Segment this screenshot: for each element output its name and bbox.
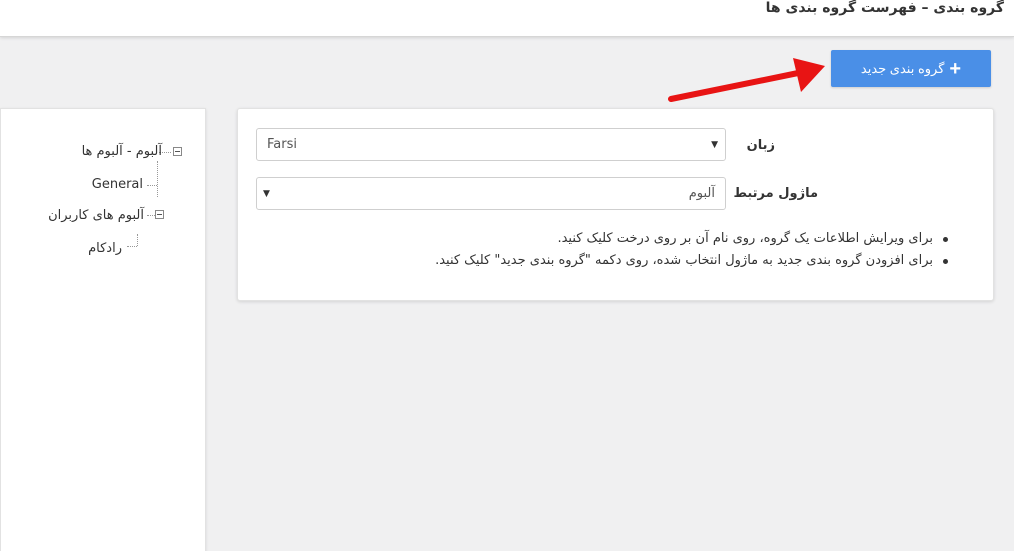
page-title: گروه بندی – فهرست گروه بندی ها: [765, 0, 1004, 16]
module-select[interactable]: آلبوم ▼: [256, 177, 726, 210]
collapse-toggle-icon[interactable]: [173, 147, 182, 156]
red-arrow-icon: [668, 58, 825, 102]
tree-connector: [127, 246, 137, 247]
language-label: زبان: [746, 138, 775, 153]
tree-connector: [147, 185, 157, 186]
tree-node-album-albums[interactable]: آلبوم - آلبوم ها: [82, 144, 162, 159]
collapse-toggle-icon[interactable]: [155, 210, 164, 219]
dropdown-arrow-icon: ▼: [711, 140, 718, 150]
plus-icon: +: [949, 57, 962, 80]
language-select[interactable]: Farsi ▼: [256, 128, 726, 161]
module-label: ماژول مرتبط: [733, 186, 818, 201]
language-select-value: Farsi: [267, 137, 297, 152]
new-grouping-label: گروه بندی جدید: [860, 60, 945, 76]
filter-form-card: زبان Farsi ▼ ماژول مرتبط آلبوم ▼ برای وی…: [237, 108, 994, 301]
help-list: برای ویرایش اطلاعات یک گروه، روی نام آن …: [435, 228, 951, 272]
tree-connector: [157, 161, 158, 197]
dropdown-arrow-icon: ▼: [263, 189, 270, 199]
tree-connector: [147, 215, 155, 216]
module-select-value: آلبوم: [688, 186, 715, 201]
top-header: گروه بندی – فهرست گروه بندی ها: [0, 0, 1014, 37]
tree-node-radcom[interactable]: رادکام: [88, 241, 122, 256]
new-grouping-button[interactable]: + گروه بندی جدید: [831, 50, 991, 87]
tree-connector: [137, 234, 138, 246]
group-tree-panel: آلبوم - آلبوم ها General آلبوم های کاربر…: [0, 108, 206, 551]
help-item: برای ویرایش اطلاعات یک گروه، روی نام آن …: [435, 228, 951, 250]
tree-node-user-albums[interactable]: آلبوم های کاربران: [48, 208, 144, 223]
tree-node-general[interactable]: General: [92, 177, 143, 192]
help-item: برای افزودن گروه بندی جدید به ماژول انتخ…: [435, 250, 951, 272]
